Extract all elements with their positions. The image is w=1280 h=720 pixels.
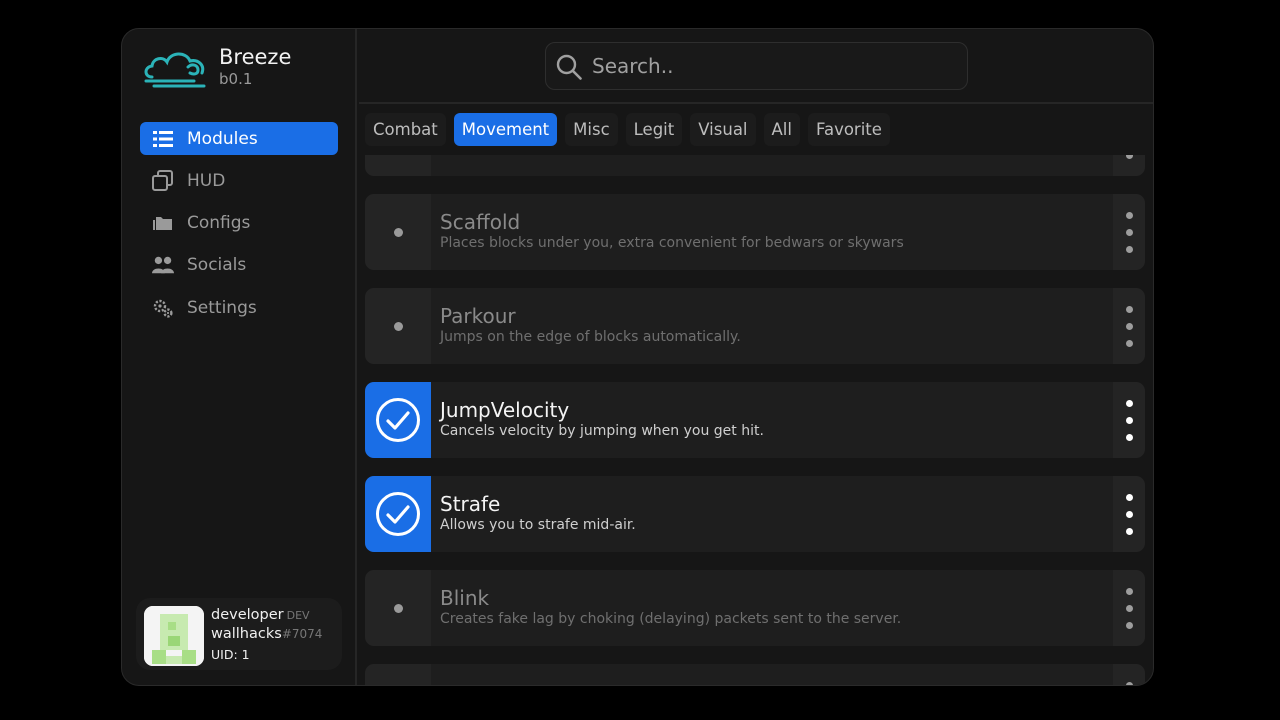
module-options-button[interactable] — [1113, 194, 1145, 270]
tab-visual[interactable]: Visual — [690, 113, 756, 146]
kebab-dot-icon — [1125, 433, 1133, 441]
kebab-dot-icon — [1125, 621, 1133, 629]
folder-icon — [152, 213, 174, 233]
user-tag-number: #7074 — [281, 627, 323, 641]
sidebar-item-label: Configs — [187, 213, 251, 234]
module-description: Cancels velocity by jumping when you get… — [440, 423, 764, 439]
sidebar-item-configs[interactable]: Configs — [140, 207, 338, 240]
module-description: Allows you to strafe mid-air. — [440, 517, 636, 533]
tab-combat[interactable]: Combat — [365, 113, 446, 146]
module-name: Scaffold — [440, 210, 521, 234]
kebab-dot-icon — [1125, 211, 1133, 219]
module-card[interactable]: JumpVelocity Cancels velocity by jumping… — [365, 382, 1145, 458]
kebab-dot-icon — [1125, 322, 1133, 330]
module-card[interactable] — [365, 664, 1145, 685]
module-description: Places blocks under you, extra convenien… — [440, 235, 904, 251]
toggle-dot-icon — [393, 603, 403, 613]
tab-movement[interactable]: Movement — [453, 113, 558, 146]
user-tag-name: wallhacks — [211, 626, 282, 642]
tab-all[interactable]: All — [763, 113, 800, 146]
module-toggle[interactable] — [365, 476, 431, 552]
module-name: Parkour — [440, 304, 516, 328]
kebab-dot-icon — [1125, 681, 1133, 685]
sidebar-item-label: Socials — [187, 255, 247, 276]
brand-name: Breeze — [219, 45, 292, 69]
module-card[interactable]: Strafe Allows you to strafe mid-air. — [365, 476, 1145, 552]
users-icon — [152, 255, 174, 275]
search-box[interactable] — [545, 42, 968, 90]
module-options-button[interactable] — [1113, 155, 1145, 176]
module-options-button[interactable] — [1113, 382, 1145, 458]
sidebar-nav: Modules HUD Configs Socials Settings — [140, 122, 338, 333]
sidebar-item-label: HUD — [187, 170, 226, 191]
module-description: Jumps on the edge of blocks automaticall… — [440, 329, 741, 345]
sidebar-item-hud[interactable]: HUD — [140, 164, 338, 197]
module-options-button[interactable] — [1113, 664, 1145, 685]
module-card[interactable]: Parkour Jumps on the edge of blocks auto… — [365, 288, 1145, 364]
module-options-button[interactable] — [1113, 570, 1145, 646]
category-tabs: Combat Movement Misc Legit Visual All Fa… — [365, 113, 898, 146]
toggle-dot-icon — [393, 227, 403, 237]
top-bar — [359, 29, 1153, 104]
sidebar-item-label: Modules — [187, 128, 258, 149]
module-options-button[interactable] — [1113, 288, 1145, 364]
toggle-dot-icon — [393, 321, 403, 331]
user-tag-line: wallhacks#7074 — [211, 626, 322, 642]
module-options-button[interactable] — [1113, 476, 1145, 552]
sidebar-item-label: Settings — [187, 297, 257, 318]
module-name: Blink — [440, 586, 490, 610]
sidebar-item-settings[interactable]: Settings — [140, 291, 338, 324]
module-card[interactable]: Blink Creates fake lag by choking (delay… — [365, 570, 1145, 646]
copy-icon — [152, 169, 174, 191]
check-circle-icon — [376, 492, 420, 536]
search-icon — [556, 54, 582, 80]
kebab-dot-icon — [1125, 399, 1133, 407]
kebab-dot-icon — [1125, 228, 1133, 236]
user-card[interactable]: developer DEV wallhacks#7074 UID: 1 — [136, 598, 342, 670]
check-circle-icon — [376, 398, 420, 442]
sidebar: Breeze b0.1 Modules HUD Configs Socials … — [122, 29, 357, 685]
kebab-dot-icon — [1125, 155, 1133, 159]
kebab-dot-icon — [1125, 305, 1133, 313]
gears-icon — [152, 298, 174, 318]
kebab-dot-icon — [1125, 493, 1133, 501]
kebab-dot-icon — [1125, 510, 1133, 518]
module-toggle[interactable] — [365, 288, 431, 364]
tab-favorite[interactable]: Favorite — [807, 113, 890, 146]
sidebar-item-socials[interactable]: Socials — [140, 249, 338, 282]
kebab-dot-icon — [1125, 527, 1133, 535]
module-toggle[interactable] — [365, 382, 431, 458]
kebab-dot-icon — [1125, 604, 1133, 612]
module-name: Strafe — [440, 492, 501, 516]
module-toggle[interactable] — [365, 570, 431, 646]
module-card[interactable]: Scaffold Places blocks under you, extra … — [365, 194, 1145, 270]
kebab-dot-icon — [1125, 587, 1133, 595]
search-input[interactable] — [592, 51, 952, 81]
kebab-dot-icon — [1125, 416, 1133, 424]
brand-version: b0.1 — [219, 70, 253, 88]
user-uid: UID: 1 — [211, 647, 250, 662]
avatar — [144, 606, 204, 666]
list-icon — [152, 129, 174, 149]
user-name: developer — [211, 607, 284, 623]
module-toggle[interactable] — [365, 155, 431, 176]
module-card[interactable] — [365, 155, 1145, 176]
tab-legit[interactable]: Legit — [625, 113, 683, 146]
kebab-dot-icon — [1125, 339, 1133, 347]
module-toggle[interactable] — [365, 664, 431, 685]
user-role-badge: DEV — [286, 609, 310, 622]
kebab-dot-icon — [1125, 245, 1133, 253]
module-description: Creates fake lag by choking (delaying) p… — [440, 611, 902, 627]
sidebar-item-modules[interactable]: Modules — [140, 122, 338, 155]
tab-misc[interactable]: Misc — [565, 113, 618, 146]
cloud-logo-icon — [144, 52, 206, 88]
client-window: Breeze b0.1 Modules HUD Configs Socials … — [121, 28, 1154, 686]
module-list[interactable]: Scaffold Places blocks under you, extra … — [365, 155, 1146, 685]
module-toggle[interactable] — [365, 194, 431, 270]
user-name-line: developer DEV — [211, 607, 310, 623]
module-name: JumpVelocity — [440, 398, 570, 422]
